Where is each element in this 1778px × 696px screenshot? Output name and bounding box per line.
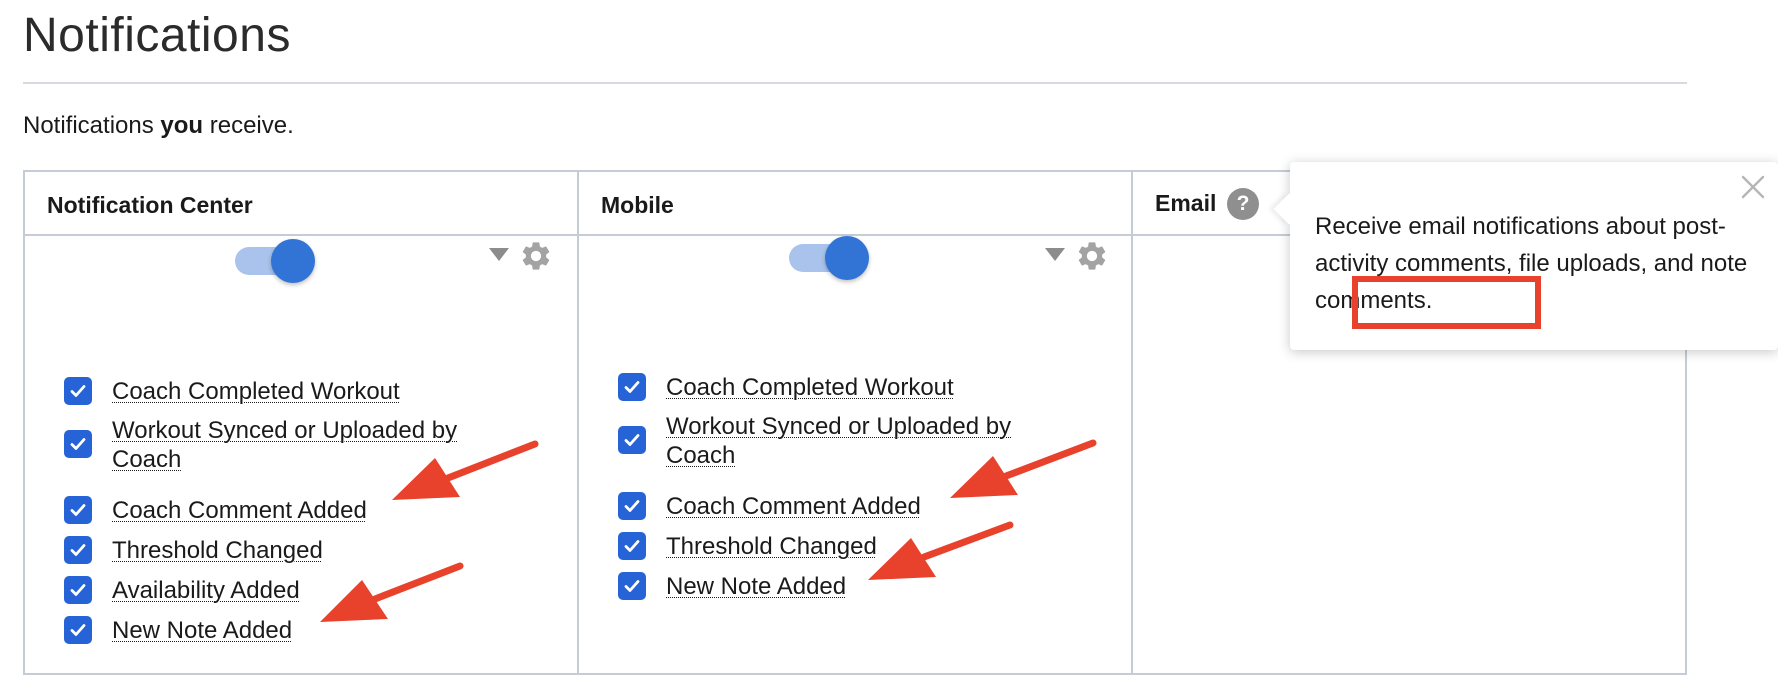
option-label[interactable]: Coach Completed Workout <box>666 373 954 402</box>
checkmark-icon <box>70 584 86 596</box>
option-label[interactable]: Coach Completed Workout <box>112 377 400 406</box>
intro-bold: you <box>160 112 204 139</box>
column-title: Mobile <box>601 192 674 218</box>
checkmark-icon <box>624 434 640 446</box>
column-mobile: Mobile Coach Completed Workout Workout S… <box>579 172 1133 673</box>
option-row: Coach Completed Workout <box>64 377 400 406</box>
gear-icon[interactable] <box>519 239 553 273</box>
column-notification-center: Notification Center Coach Completed Work… <box>25 172 579 673</box>
title-divider <box>23 82 1687 84</box>
option-label[interactable]: Workout Synced or Uploaded by Coach <box>112 416 464 474</box>
option-label[interactable]: Threshold Changed <box>112 536 323 565</box>
option-row: Threshold Changed <box>64 536 323 565</box>
checkbox[interactable] <box>618 492 646 520</box>
checkmark-icon <box>624 580 640 592</box>
caret-down-icon[interactable] <box>1045 248 1065 261</box>
option-row: Coach Comment Added <box>64 496 367 525</box>
option-label[interactable]: New Note Added <box>112 616 292 645</box>
mobile-toggle[interactable] <box>789 234 873 280</box>
option-row: New Note Added <box>618 572 846 601</box>
option-label[interactable]: Workout Synced or Uploaded by Coach <box>666 412 1018 470</box>
intro-suffix: receive. <box>203 112 294 139</box>
checkmark-icon <box>70 438 86 450</box>
intro-text: Notifications you receive. <box>23 112 294 140</box>
checkmark-icon <box>70 385 86 397</box>
email-help-popover: Receive email notifications about post-a… <box>1273 162 1778 350</box>
checkmark-icon <box>624 381 640 393</box>
option-label[interactable]: Threshold Changed <box>666 532 877 561</box>
checkbox[interactable] <box>64 377 92 405</box>
checkmark-icon <box>70 624 86 636</box>
column-header: Notification Center <box>25 172 577 236</box>
intro-prefix: Notifications <box>23 112 161 139</box>
checkbox[interactable] <box>64 576 92 604</box>
option-row: Coach Comment Added <box>618 492 921 521</box>
notification-center-toggle[interactable] <box>235 237 319 283</box>
toggle-knob <box>825 236 869 280</box>
popover-text: Receive email notifications about post-a… <box>1315 208 1765 319</box>
popover-text-end: . <box>1425 287 1433 314</box>
checkbox[interactable] <box>64 616 92 644</box>
column-title: Notification Center <box>47 192 253 218</box>
page-title: Notifications <box>23 9 291 62</box>
caret-down-icon[interactable] <box>489 248 509 261</box>
checkbox[interactable] <box>64 430 92 458</box>
close-icon[interactable] <box>1736 170 1770 204</box>
checkbox[interactable] <box>64 496 92 524</box>
toggle-knob <box>271 239 315 283</box>
checkmark-icon <box>624 540 640 552</box>
column-header: Mobile <box>579 172 1131 236</box>
column-title: Email <box>1155 190 1217 216</box>
option-row: Coach Completed Workout <box>618 373 954 402</box>
checkmark-icon <box>70 544 86 556</box>
checkbox[interactable] <box>618 572 646 600</box>
option-label[interactable]: New Note Added <box>666 572 846 601</box>
checkmark-icon <box>624 500 640 512</box>
help-icon[interactable]: ? <box>1227 188 1259 220</box>
option-row: Workout Synced or Uploaded by Coach <box>618 412 1018 470</box>
popover-text-main: Receive email notifications about post-a… <box>1315 213 1726 277</box>
option-row: New Note Added <box>64 616 292 645</box>
checkbox[interactable] <box>64 536 92 564</box>
option-row: Workout Synced or Uploaded by Coach <box>64 416 464 474</box>
checkbox[interactable] <box>618 426 646 454</box>
checkbox[interactable] <box>618 532 646 560</box>
option-row: Availability Added <box>64 576 300 605</box>
option-label[interactable]: Coach Comment Added <box>112 496 367 525</box>
checkmark-icon <box>70 504 86 516</box>
option-row: Threshold Changed <box>618 532 877 561</box>
checkbox[interactable] <box>618 373 646 401</box>
option-label[interactable]: Coach Comment Added <box>666 492 921 521</box>
option-label[interactable]: Availability Added <box>112 576 300 605</box>
gear-icon[interactable] <box>1075 239 1109 273</box>
